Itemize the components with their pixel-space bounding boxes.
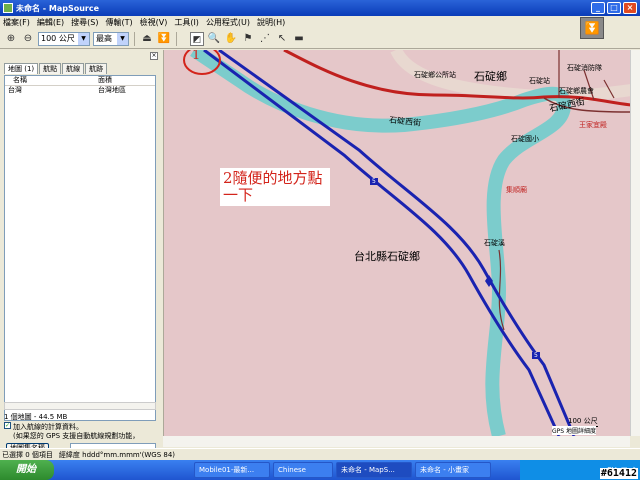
map-canvas[interactable]: 1 2隨便的地方點一下 石碇鄉 石碇鄉公所站 石碇消防隊 石碇站 石碇鄉農會 石…: [163, 50, 630, 436]
chevron-down-icon: ▼: [117, 32, 128, 45]
map-summary: 1 個地圖 - 44.5 MB: [4, 413, 68, 421]
watermark: #61412: [599, 468, 638, 479]
tab-maps[interactable]: 地圖 (1): [4, 63, 39, 74]
scale-value: 100 公尺: [41, 33, 75, 43]
select-arrow-icon[interactable]: ↖: [275, 32, 289, 46]
label-county: 台北縣石碇鄉: [354, 250, 420, 263]
label-station: 石碇站: [529, 77, 550, 85]
title-bar: 未命名 - MapSource _ □ ×: [0, 0, 640, 16]
measure-tool-icon[interactable]: ▬: [292, 32, 306, 46]
zoom-in-icon[interactable]: ⊕: [4, 32, 18, 46]
toolbar: ⊕ ⊖ 100 公尺 ▼ 最高 ▼ ⏏ ⏬ ◩ 🔍 ✋ ⚑ ⋰ ↖ ▬ ⏬: [0, 17, 640, 49]
river: [190, 50, 572, 436]
hand-tool-icon[interactable]: ✋: [224, 32, 238, 46]
list-header: 名稱 面積: [5, 76, 155, 86]
map-list: 名稱 面積 台灣 台灣地區: [4, 75, 156, 421]
toolbar-separator: [176, 31, 177, 46]
minimize-button[interactable]: _: [591, 2, 605, 14]
menu-help[interactable]: 說明(H): [257, 17, 285, 28]
row-name: 台灣: [8, 86, 22, 94]
map-tool-icon[interactable]: ◩: [190, 31, 204, 46]
horizontal-scrollbar[interactable]: [4, 402, 156, 410]
map-horizontal-scrollbar[interactable]: [163, 436, 630, 447]
scale-select[interactable]: 100 公尺 ▼: [38, 31, 90, 46]
window-title: 未命名 - MapSource: [16, 3, 100, 13]
tab-waypoints[interactable]: 航點: [39, 63, 62, 74]
status-bar: 已選擇 0 個項目 經緯度 hddd°mm.mmm'(WGS 84): [0, 448, 640, 460]
gps-detail-note: GPS 地圖詳細度: [552, 426, 596, 435]
label-temple: 集順廟: [506, 186, 527, 194]
route-tool-icon[interactable]: ⋰: [258, 32, 272, 46]
task-chinese[interactable]: Chinese: [273, 462, 333, 478]
waypoint-flag-icon[interactable]: ⚑: [241, 32, 255, 46]
road-marker-1: 5: [370, 178, 378, 185]
task-mapsource[interactable]: 未命名 - MapS...: [336, 462, 412, 478]
left-panel: × 地圖 (1) 航點 航線 航跡 名稱 面積 台灣 台灣地區 1 個地圖 - …: [0, 50, 162, 454]
chevron-down-icon: ▼: [78, 32, 89, 45]
route-data-checkbox[interactable]: ✓: [4, 422, 11, 429]
close-button[interactable]: ×: [623, 2, 637, 14]
task-paint[interactable]: 未命名 - 小畫家: [415, 462, 491, 478]
status-selection: 已選擇 0 個項目: [2, 450, 53, 459]
label-town-office: 石碇鄉公所站: [414, 71, 456, 79]
label-residence: 王家宜殿: [579, 121, 607, 129]
menu-file[interactable]: 檔案(F): [3, 17, 30, 28]
detail-select[interactable]: 最高 ▼: [93, 31, 129, 46]
detail-value: 最高: [96, 33, 112, 43]
gps-note: (如果您的 GPS 支援自動航線規劃功能，: [13, 432, 140, 440]
column-name[interactable]: 名稱: [5, 76, 90, 85]
label-creek: 石碇溪: [484, 239, 505, 247]
menu-transfer[interactable]: 傳輸(T): [105, 17, 132, 28]
list-item[interactable]: 台灣 台灣地區: [5, 86, 155, 95]
task-mobile01[interactable]: Mobile01-最新...: [194, 462, 270, 478]
status-coords: 經緯度 hddd°mm.mmm'(WGS 84): [58, 450, 176, 459]
start-button[interactable]: 開始: [0, 460, 54, 480]
taskbar: 開始 Mobile01-最新... Chinese 未命名 - MapS... …: [0, 460, 640, 480]
menu-tools[interactable]: 工具(I): [174, 17, 199, 28]
send-to-device-icon[interactable]: ⏏: [140, 32, 154, 46]
row-area: 台灣地區: [98, 86, 126, 94]
label-agency: 石碇鄉農會: [559, 87, 594, 95]
maximize-button[interactable]: □: [607, 2, 621, 14]
menu-view[interactable]: 檢視(V): [140, 17, 168, 28]
label-fire-station: 石碇消防隊: [567, 64, 602, 72]
close-icon[interactable]: ×: [150, 52, 158, 60]
label-school: 石碇國小: [511, 135, 539, 143]
menu-bar: 檔案(F) 編輯(E) 搜尋(S) 傳輸(T) 檢視(V) 工具(I) 公用程式…: [0, 16, 640, 29]
tab-routes[interactable]: 航線: [62, 63, 85, 74]
zoom-tool-icon[interactable]: 🔍: [207, 32, 221, 46]
app-icon: [3, 3, 13, 13]
vertical-scrollbar[interactable]: [630, 50, 640, 436]
chevron-down-icon[interactable]: ⏬: [580, 17, 604, 39]
annotation-step1: 1: [192, 50, 201, 63]
menu-utilities[interactable]: 公用程式(U): [206, 17, 250, 28]
menu-search[interactable]: 搜尋(S): [71, 17, 98, 28]
column-area[interactable]: 面積: [90, 76, 112, 85]
road-marker-2: 5: [532, 352, 540, 359]
label-town: 石碇鄉: [474, 70, 507, 83]
receive-from-device-icon[interactable]: ⏬: [157, 32, 171, 46]
annotation-step2: 2隨便的地方點一下: [220, 168, 330, 206]
menu-edit[interactable]: 編輯(E): [37, 17, 64, 28]
zoom-out-icon[interactable]: ⊖: [21, 32, 35, 46]
toolbar-separator: [134, 31, 135, 46]
panel-tabs: 地圖 (1) 航點 航線 航跡: [4, 63, 108, 74]
tab-tracks[interactable]: 航跡: [85, 63, 108, 74]
